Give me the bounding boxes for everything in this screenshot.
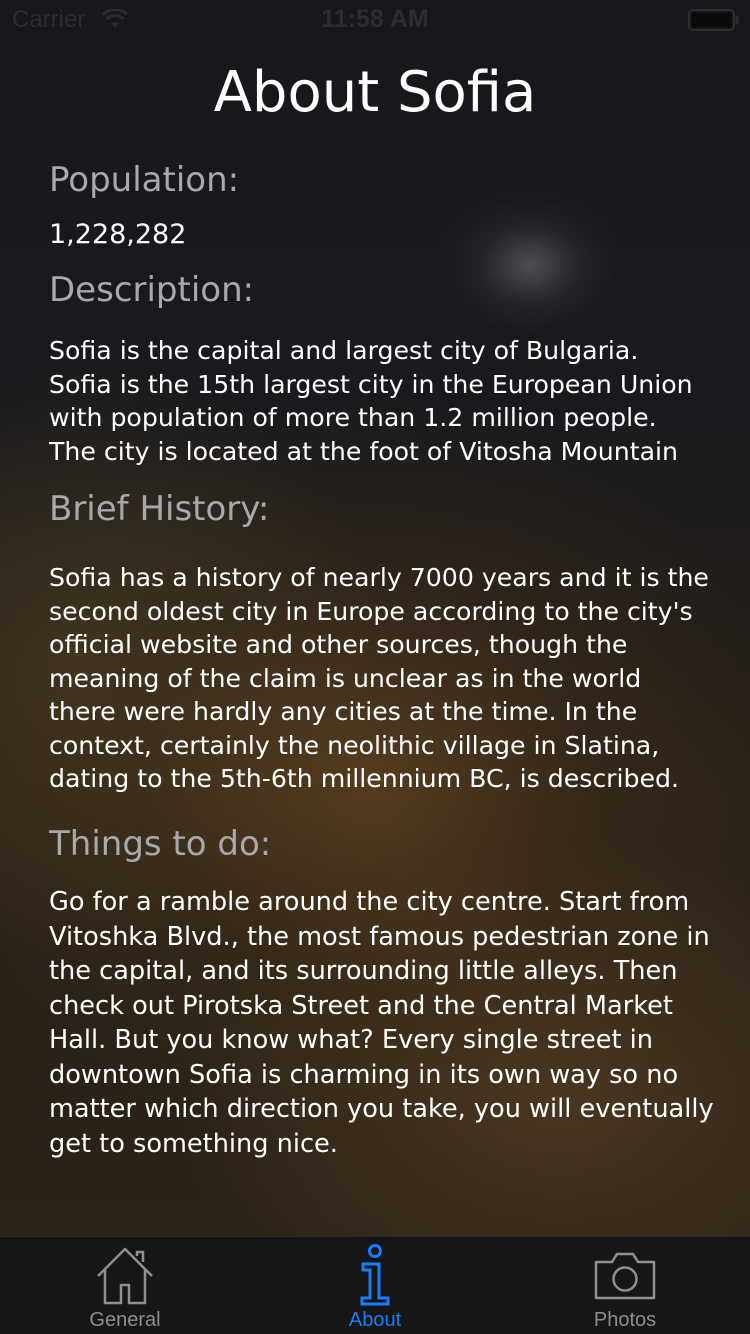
camera-icon — [594, 1252, 656, 1300]
status-time: 11:58 AM — [321, 5, 429, 33]
tab-about-label: About — [348, 1309, 402, 1331]
page-title: About Sofia — [213, 60, 537, 125]
tab-photos-label: Photos — [593, 1309, 657, 1331]
things-to-do-label: Things to do: — [49, 824, 272, 864]
tab-about[interactable]: About — [250, 1237, 500, 1334]
history-text: Sofia has a history of nearly 7000 years… — [49, 563, 709, 793]
tab-general-label: General — [89, 1309, 161, 1331]
house-icon — [97, 1247, 153, 1305]
history-label: Brief History: — [49, 489, 270, 529]
description-text: Sofia is the capital and largest city of… — [49, 336, 693, 466]
status-bar: Carrier 11:58 AM — [0, 0, 750, 40]
population-label: Population: — [49, 160, 240, 200]
tab-general[interactable]: General — [0, 1237, 250, 1334]
battery-icon — [688, 9, 739, 31]
population-value: 1,228,282 — [49, 219, 187, 250]
about-screen: Carrier 11:58 AM About Sofia Population:… — [0, 0, 750, 1334]
tab-photos[interactable]: Photos — [500, 1237, 750, 1334]
tab-bar: General About Photos — [0, 1236, 750, 1334]
things-to-do-text: Go for a ramble around the city centre. … — [49, 887, 714, 1159]
info-icon — [360, 1244, 390, 1306]
description-label: Description: — [49, 270, 255, 310]
